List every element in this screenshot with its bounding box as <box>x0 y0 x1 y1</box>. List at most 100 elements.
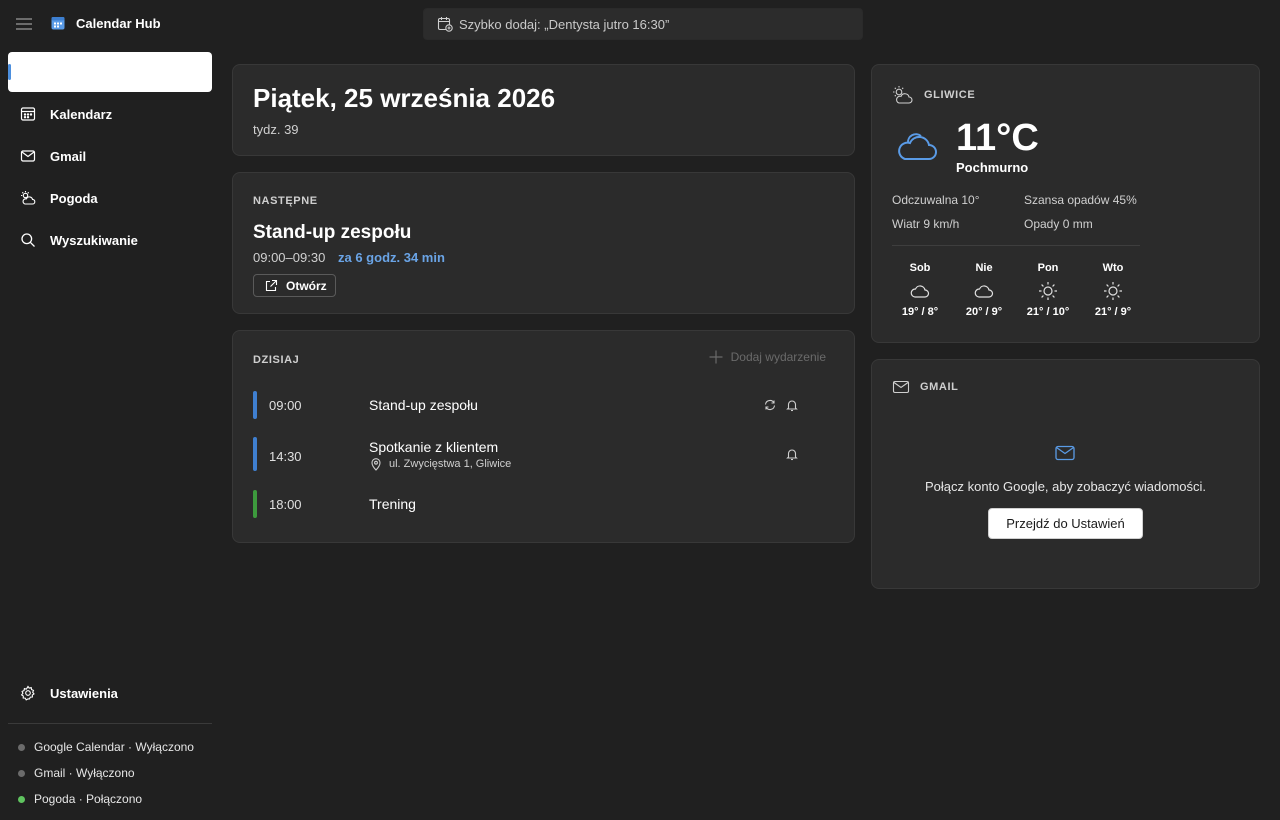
add-event-button[interactable]: Dodaj wydarzenie <box>709 350 826 364</box>
event-color-bar <box>253 391 257 419</box>
mail-icon <box>892 379 910 395</box>
event-indicators <box>785 447 799 461</box>
event-time: 18:00 <box>269 497 302 512</box>
go-to-settings-button[interactable]: Przejdź do Ustawień <box>988 508 1143 539</box>
event-title: Trening <box>369 496 416 512</box>
gmail-header: GMAIL <box>892 379 958 395</box>
page-title: Piątek, 25 września 2026 <box>253 83 556 113</box>
event-location: ul. Zwycięstwa 1, Gliwice <box>369 457 511 471</box>
sidebar-item-label: Dzisiaj <box>50 64 92 80</box>
status-text: Gmail · Wyłączono <box>34 766 135 780</box>
mail-icon <box>20 148 36 164</box>
recurring-icon <box>763 398 777 412</box>
status-text: Google Calendar · Wyłączono <box>34 740 194 754</box>
sidebar-item-label: Gmail <box>50 148 87 164</box>
next-event-title: Stand-up zespołu <box>253 222 412 243</box>
add-event-label: Dodaj wydarzenie <box>730 350 826 364</box>
sidebar-item-today[interactable]: Dzisiaj <box>8 52 212 92</box>
weather-condition: Pochmurno <box>956 160 1029 175</box>
event-time: 14:30 <box>269 449 302 464</box>
next-event-countdown: za 6 godz. 34 min <box>338 250 445 265</box>
plus-icon <box>709 350 723 364</box>
sidebar-item-label: Kalendarz <box>50 106 113 122</box>
agenda-event[interactable]: 09:00 Stand-up zespołu <box>253 391 827 419</box>
sidebar-item-gmail[interactable]: Gmail <box>8 136 212 176</box>
gmail-card: GMAIL Połącz konto Google, aby zobaczyć … <box>871 359 1260 589</box>
open-event-label: Otwórz <box>286 278 327 293</box>
quick-add-input[interactable]: Szybko dodaj: „Dentysta jutro 16:30” <box>423 8 863 40</box>
external-link-icon <box>264 279 278 293</box>
open-event-button[interactable]: Otwórz <box>253 274 336 297</box>
event-color-bar <box>253 437 257 471</box>
gear-icon <box>20 685 36 701</box>
sidebar-item-label: Pogoda <box>50 190 98 206</box>
weather-city: GLIWICE <box>924 89 976 101</box>
bell-icon <box>785 398 799 412</box>
agenda-event[interactable]: 18:00 Trening <box>253 490 827 518</box>
forecast-temps: 21° / 10° <box>1026 306 1070 318</box>
date-card: Piątek, 25 września 2026 tydz. 39 <box>232 64 855 156</box>
weather-rain-chance: Szansa opadów 45% <box>1024 193 1137 207</box>
app-title: Calendar Hub <box>76 16 161 31</box>
status-weather: Pogoda · Połączono <box>18 792 142 806</box>
event-color-bar <box>253 490 257 518</box>
settings-label: Ustawienia <box>50 685 118 701</box>
agenda-section-label: DZISIAJ <box>253 354 300 366</box>
status-dot <box>18 769 25 777</box>
weather-header: GLIWICE <box>892 85 975 105</box>
weather-temperature: 11°C <box>956 117 1039 159</box>
sidebar-divider <box>8 723 212 724</box>
forecast-day-name: Wto <box>1102 262 1124 274</box>
next-section-label: NASTĘPNE <box>253 195 318 207</box>
event-title: Spotkanie z klientem <box>369 439 499 455</box>
week-number: tydz. 39 <box>253 122 299 137</box>
gmail-connect-message: Połącz konto Google, aby zobaczyć wiadom… <box>924 479 1207 494</box>
event-title: Stand-up zespołu <box>369 397 478 413</box>
forecast-temps: 21° / 9° <box>1094 306 1132 318</box>
event-location-text: ul. Zwycięstwa 1, Gliwice <box>389 458 512 470</box>
sidebar-item-label: Wyszukiwanie <box>50 232 138 248</box>
home-icon <box>20 64 36 80</box>
gmail-section-label: GMAIL <box>920 381 959 393</box>
status-text: Pogoda · Połączono <box>34 792 143 806</box>
event-indicators <box>763 398 799 412</box>
forecast-day: Sob 19° / 8° <box>895 262 945 318</box>
forecast-day-name: Nie <box>975 262 993 274</box>
status-gmail: Gmail · Wyłączono <box>18 766 135 780</box>
sun-icon <box>1088 280 1138 302</box>
sidebar-item-calendar[interactable]: Kalendarz <box>8 94 212 134</box>
weather-precipitation: Opady 0 mm <box>1024 217 1093 231</box>
forecast-day-name: Pon <box>1037 262 1059 274</box>
cloud-icon <box>959 280 1009 302</box>
location-pin-icon <box>369 457 383 471</box>
weather-card: GLIWICE 11°C Pochmurno Odczuwalna 10° Wi… <box>871 64 1260 343</box>
calendar-add-icon <box>437 16 453 32</box>
forecast-temps: 20° / 9° <box>965 306 1003 318</box>
weather-feels-like: Odczuwalna 10° <box>892 193 980 207</box>
agenda-event[interactable]: 14:30 Spotkanie z klientem ul. Zwycięstw… <box>253 437 827 477</box>
bell-icon <box>785 447 799 461</box>
agenda-card: DZISIAJ Dodaj wydarzenie 09:00 Stand-up … <box>232 330 855 543</box>
quick-add-placeholder: Szybko dodaj: „Dentysta jutro 16:30” <box>459 16 670 32</box>
status-google-calendar: Google Calendar · Wyłączono <box>18 740 194 754</box>
partly-cloudy-icon <box>892 85 914 105</box>
mail-icon <box>1054 442 1076 464</box>
title-bar: Calendar Hub Szybko dodaj: „Dentysta jut… <box>0 0 1280 48</box>
forecast-day: Nie 20° / 9° <box>959 262 1009 318</box>
forecast-day-name: Sob <box>909 262 931 274</box>
search-icon <box>20 232 36 248</box>
forecast-temps: 19° / 8° <box>901 306 939 318</box>
sidebar-item-settings[interactable]: Ustawienia <box>8 673 212 713</box>
forecast-day: Pon 21° / 10° <box>1023 262 1073 318</box>
event-time: 09:00 <box>269 398 302 413</box>
sidebar-item-search[interactable]: Wyszukiwanie <box>8 220 212 260</box>
menu-icon[interactable] <box>14 14 34 34</box>
weather-divider <box>892 245 1140 246</box>
sidebar-item-weather[interactable]: Pogoda <box>8 178 212 218</box>
next-event-time: 09:00–09:30 <box>253 250 326 265</box>
next-event-card: NASTĘPNE Stand-up zespołu 09:00–09:30 za… <box>232 172 855 314</box>
weather-wind: Wiatr 9 km/h <box>892 217 960 231</box>
status-dot <box>18 743 25 751</box>
cloud-icon <box>894 127 940 167</box>
calendar-icon <box>20 106 36 122</box>
